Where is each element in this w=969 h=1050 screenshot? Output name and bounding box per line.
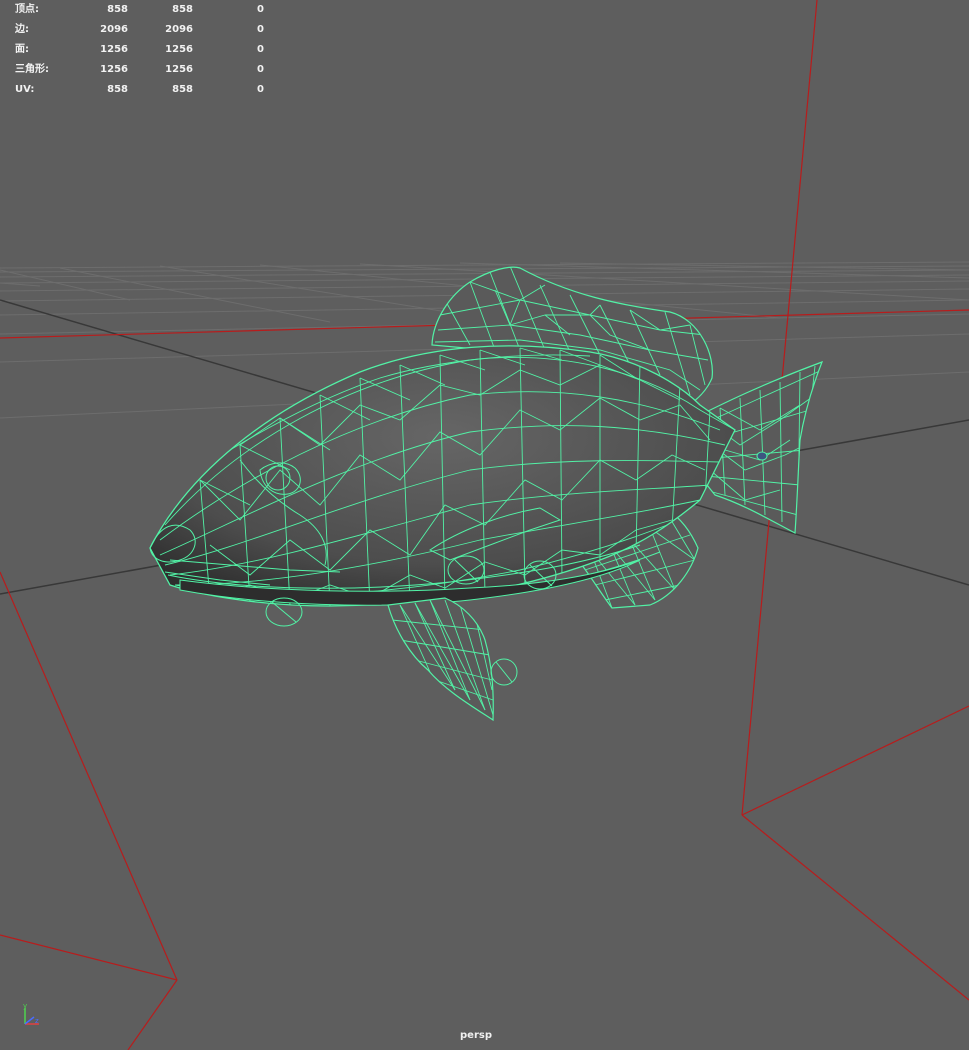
hud-value-selected: 0 — [257, 84, 264, 95]
hud-label: 三角形: — [15, 64, 49, 75]
hud-value-selected: 0 — [257, 4, 264, 15]
hud-row-triangles: 三角形: 1256 1256 0 — [14, 60, 264, 80]
hud-row-vertices: 顶点: 858 858 0 — [14, 0, 264, 20]
camera-name-label: persp — [460, 1030, 492, 1041]
hud-value-total: 858 — [107, 84, 128, 95]
hud-value-selected: 0 — [257, 24, 264, 35]
axis-y-label: y — [23, 1002, 27, 1010]
view-axis-gizmo-icon: y z — [23, 1002, 39, 1025]
scene-canvas[interactable] — [0, 0, 969, 1050]
hud-value-selected: 0 — [257, 64, 264, 75]
hud-value-visible: 858 — [172, 4, 193, 15]
hud-value-total: 1256 — [100, 44, 128, 55]
hud-label: 面: — [15, 44, 29, 55]
hud-value-total: 2096 — [100, 24, 128, 35]
hud-value-visible: 1256 — [165, 64, 193, 75]
fish-model[interactable] — [149, 266, 824, 722]
hud-row-uvs: UV: 858 858 0 — [14, 80, 264, 100]
hud-row-faces: 面: 1256 1256 0 — [14, 40, 264, 60]
hud-label: 边: — [15, 24, 29, 35]
poly-count-hud: 顶点: 858 858 0 边: 2096 2096 0 面: 1256 125… — [14, 0, 264, 100]
hud-value-visible: 1256 — [165, 44, 193, 55]
viewport-persp[interactable]: 顶点: 858 858 0 边: 2096 2096 0 面: 1256 125… — [0, 0, 969, 1050]
hud-label: UV: — [15, 84, 35, 95]
hud-label: 顶点: — [15, 4, 39, 15]
hud-value-total: 1256 — [100, 64, 128, 75]
pectoral-fin — [387, 597, 518, 722]
hud-row-edges: 边: 2096 2096 0 — [14, 20, 264, 40]
hud-value-selected: 0 — [257, 44, 264, 55]
hud-value-visible: 2096 — [165, 24, 193, 35]
axis-z-label: z — [35, 1017, 39, 1025]
hud-value-total: 858 — [107, 4, 128, 15]
hud-value-visible: 858 — [172, 84, 193, 95]
